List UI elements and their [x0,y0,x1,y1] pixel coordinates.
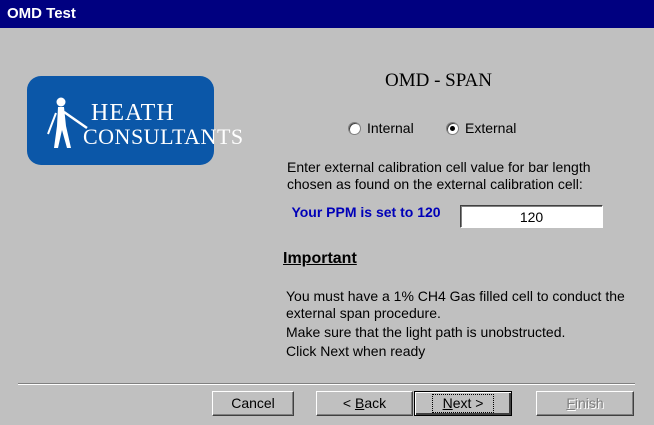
important-notes: You must have a 1% CH4 Gas filled cell t… [286,288,631,362]
finish-button[interactable]: Finish [536,391,634,416]
title-bar[interactable]: OMD Test [0,0,654,28]
radio-external-label[interactable]: External [465,120,516,136]
note-line: Make sure that the light path is unobstr… [286,324,566,340]
radio-external[interactable]: External [446,119,516,137]
radio-external-icon[interactable] [446,121,459,135]
back-button[interactable]: < Back [316,391,413,416]
ppm-status-label: Your PPM is set to 120 [291,204,441,220]
calibration-description: Enter external calibration cell value fo… [287,159,591,192]
note-line: Click Next when ready [286,343,426,359]
cancel-button[interactable]: Cancel [212,391,294,416]
window-title: OMD Test [7,5,76,22]
next-button-hotkey: N [442,395,453,411]
note-line: You must have a 1% CH4 Gas filled cell t… [286,288,625,321]
logo-line-1: HEATH [91,100,175,126]
back-button-rest: ack [364,395,387,411]
next-button[interactable]: Next > [414,391,512,416]
next-button-focus: Next > [431,394,495,413]
logo-line-2: CONSULTANTS [83,124,244,149]
radio-internal[interactable]: Internal [348,119,414,137]
back-button-hotkey: B [354,395,365,411]
radio-internal-icon[interactable] [348,121,361,135]
radio-internal-label[interactable]: Internal [367,120,414,136]
next-button-rest: ext > [452,395,484,411]
finish-button-hotkey: F [566,395,575,411]
important-heading: Important [283,250,357,267]
back-button-prefix: < [342,395,355,411]
finish-button-rest: inish [574,395,604,411]
button-separator [18,383,635,385]
ppm-value-input[interactable] [460,205,603,228]
heath-consultants-logo: HEATH CONSULTANTS [27,76,243,165]
page-heading: OMD - SPAN [385,70,492,91]
